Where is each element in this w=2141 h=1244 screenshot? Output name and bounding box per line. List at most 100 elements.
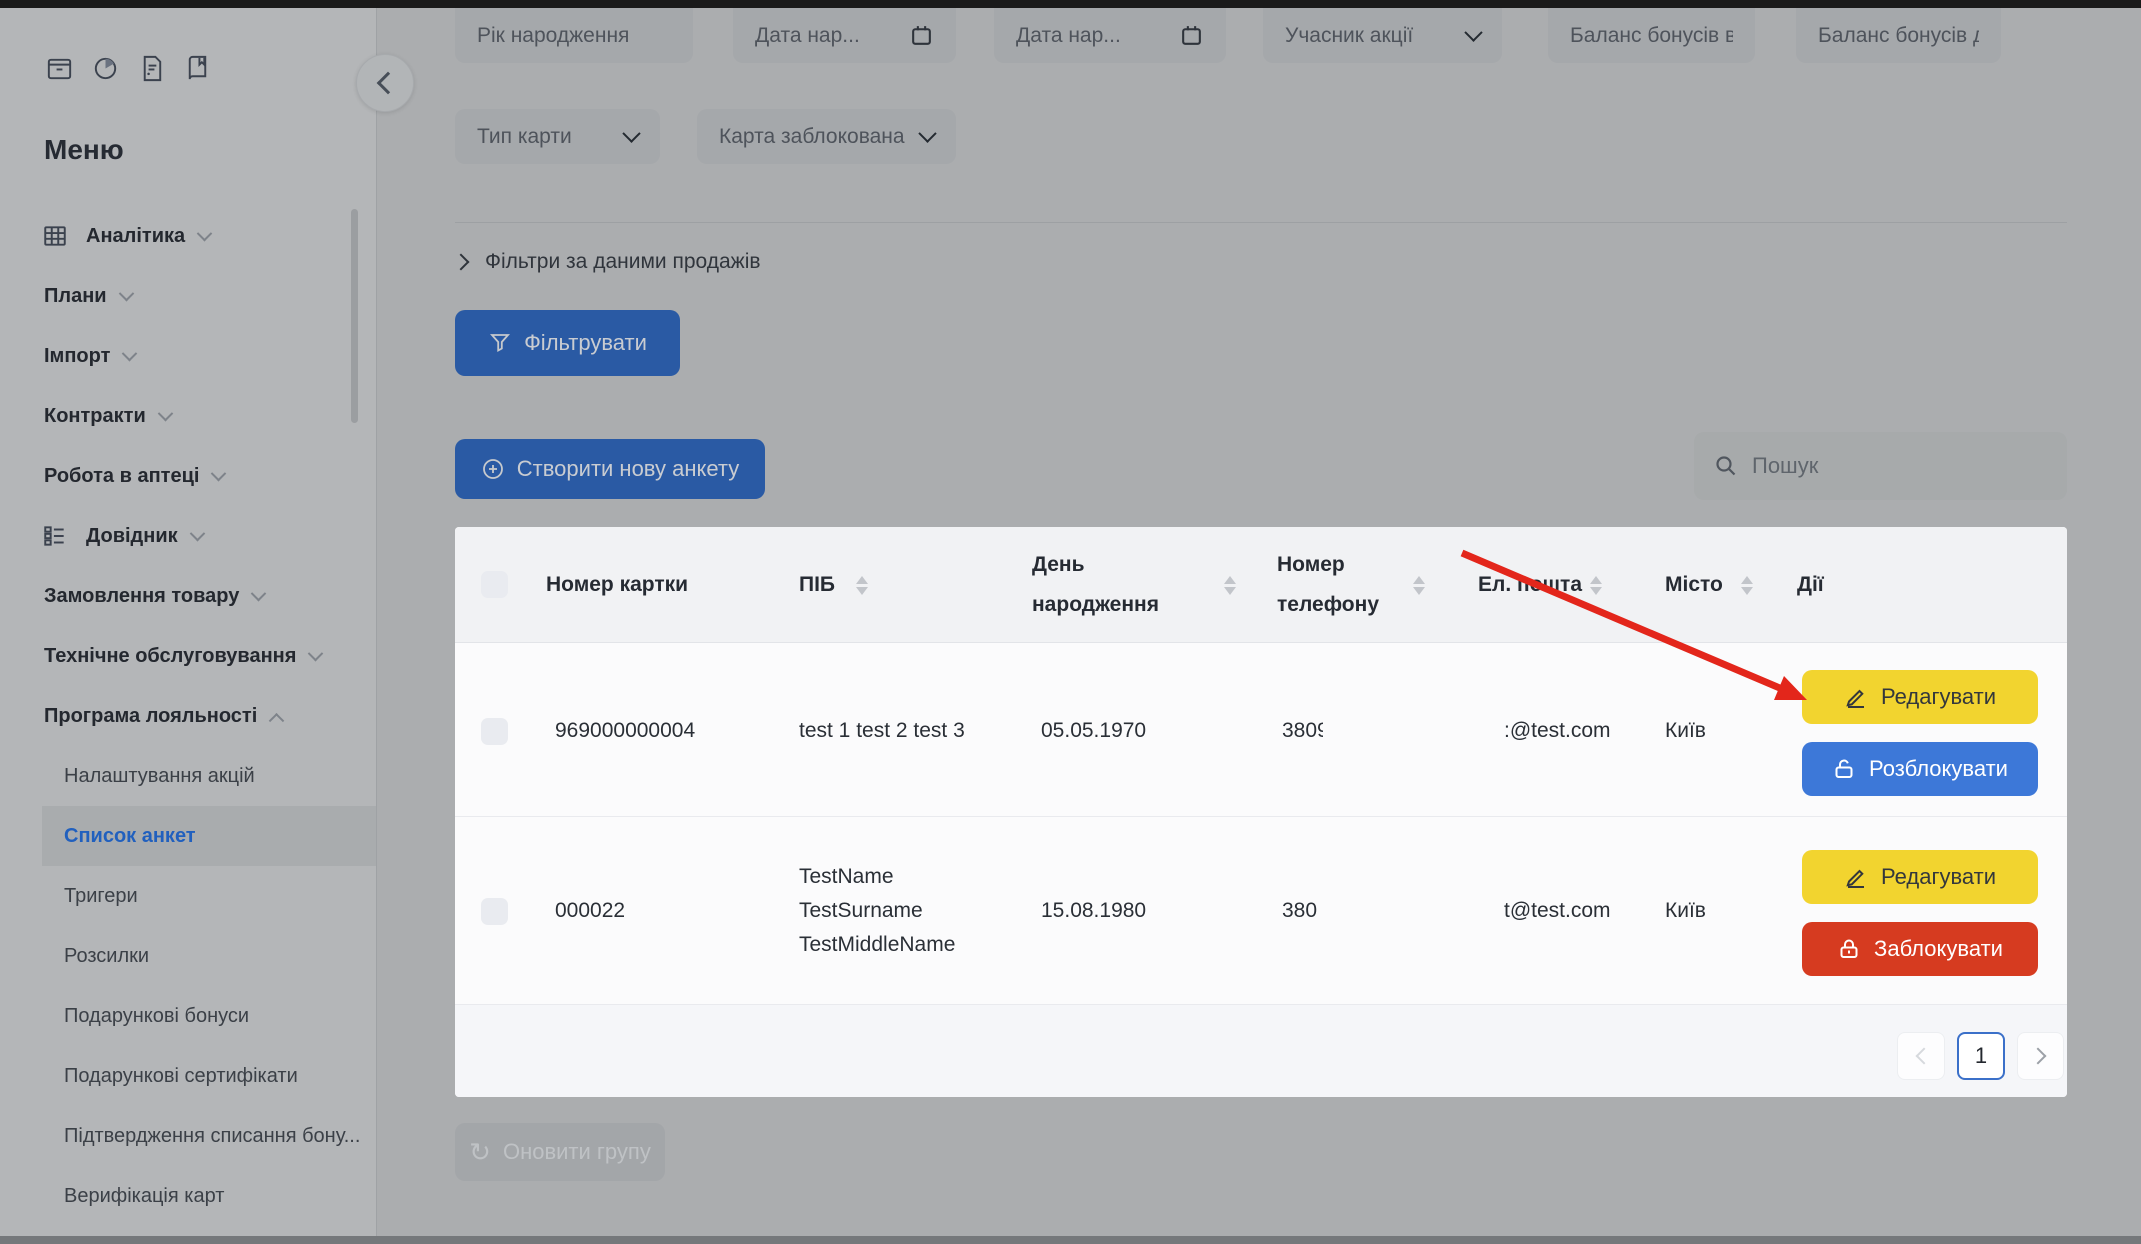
refresh-icon: ↻ (469, 1139, 491, 1165)
filter-card-type[interactable]: Тип карти (455, 109, 660, 164)
sidebar-item-contracts[interactable]: Контракти (0, 386, 376, 446)
sidebar-menu: Аналітика Плани Імпорт Контракти Робота … (0, 206, 376, 746)
chevron-down-icon (211, 465, 227, 481)
chevron-down-icon (251, 585, 267, 601)
chevron-down-icon (1464, 23, 1482, 41)
page-1-button[interactable]: 1 (1957, 1032, 2005, 1080)
create-questionnaire-button[interactable]: Створити нову анкету (455, 439, 765, 499)
chevron-down-icon (622, 124, 640, 142)
sidebar: Меню Аналітика Плани Імпорт Контракти Ро… (0, 8, 377, 1236)
document-icon[interactable] (136, 53, 167, 89)
filter-year-of-birth[interactable]: Рік народження (455, 8, 693, 63)
questionnaire-table: Номер картки ПІБ День народження Номер т… (455, 527, 2067, 1097)
sort-icon[interactable] (1224, 576, 1236, 595)
chevron-up-icon (269, 712, 285, 728)
sidebar-item-loyalty-program[interactable]: Програма лояльності (0, 686, 376, 746)
filter-date-of-birth-to[interactable]: Дата нар... (994, 8, 1226, 63)
table-header (455, 527, 2067, 643)
row-checkbox[interactable] (481, 898, 508, 925)
filter-promo-participant[interactable]: Учасник акції (1263, 8, 1502, 63)
update-group-button[interactable]: ↻ Оновити групу (455, 1123, 665, 1181)
cell-phone: 3809 (1282, 717, 1323, 745)
chevron-down-icon (189, 525, 205, 541)
sidebar-item-directory[interactable]: Довідник (0, 506, 376, 566)
column-header-actions: Дії (1797, 571, 1824, 599)
sidebar-item-import[interactable]: Імпорт (0, 326, 376, 386)
filter-button[interactable]: Фільтрувати (455, 310, 680, 376)
cell-card-number: 969000000004 (555, 717, 695, 745)
prev-page-button[interactable] (1897, 1032, 1945, 1080)
sort-icon[interactable] (1590, 576, 1602, 595)
edit-button[interactable]: Редагувати (1802, 670, 2038, 724)
cell-card-number: 000022 (555, 897, 625, 925)
cell-email: :@test.com (1504, 717, 1611, 745)
sidebar-item-maintenance[interactable]: Технічне обслуговування (0, 626, 376, 686)
lock-open-icon (1832, 757, 1856, 781)
lock-closed-icon (1837, 937, 1861, 961)
sidebar-item-analytics[interactable]: Аналітика (0, 206, 376, 266)
search-input[interactable]: Пошук (1694, 432, 2067, 500)
calendar-icon (1179, 23, 1204, 48)
filter-balance-to[interactable]: Баланс бонусів до (1796, 8, 2001, 63)
sidebar-item-goods-order[interactable]: Замовлення товару (0, 566, 376, 626)
chevron-down-icon (197, 225, 213, 241)
submenu-item-bonus-writeoff-confirm[interactable]: Підтвердження списання бону... (0, 1106, 376, 1166)
submenu-item-triggers[interactable]: Тригери (0, 866, 376, 926)
book-icon[interactable] (182, 53, 213, 89)
sidebar-item-plans[interactable]: Плани (0, 266, 376, 326)
row-divider (455, 816, 2067, 817)
pencil-icon (1844, 865, 1868, 889)
submenu-item-card-verification[interactable]: Верифікація карт (0, 1166, 376, 1226)
cell-name: test 1 test 2 test 3 (799, 717, 965, 745)
sort-icon[interactable] (856, 576, 868, 595)
submenu-item-promo-settings[interactable]: Налаштування акцій (0, 746, 376, 806)
column-header-phone[interactable]: Номер телефону (1277, 545, 1392, 625)
submenu-item-questionnaire-list[interactable]: Список анкет (42, 806, 377, 866)
chevron-down-icon (918, 124, 936, 142)
submenu-item-gift-bonuses[interactable]: Подарункові бонуси (0, 986, 376, 1046)
sidebar-item-pharmacy-work[interactable]: Робота в аптеці (0, 446, 376, 506)
cell-city: Київ (1665, 897, 1706, 925)
chevron-right-icon (2030, 1048, 2047, 1065)
column-header-city[interactable]: Місто (1665, 571, 1723, 599)
divider (455, 222, 2067, 223)
cell-birthday: 05.05.1970 (1041, 717, 1146, 745)
calendar-icon (909, 23, 934, 48)
column-header-birthday[interactable]: День народження (1032, 545, 1172, 625)
pencil-icon (1844, 685, 1868, 709)
submenu-item-mailings[interactable]: Розсилки (0, 926, 376, 986)
filter-balance-from[interactable]: Баланс бонусів від (1548, 8, 1755, 63)
pie-chart-icon[interactable] (90, 53, 121, 89)
block-button[interactable]: Заблокувати (1802, 922, 2038, 976)
sort-icon[interactable] (1413, 576, 1425, 595)
archive-icon[interactable] (44, 53, 75, 89)
loyalty-submenu: Налаштування акцій Список анкет Тригери … (0, 746, 376, 1226)
cell-name: TestName TestSurname TestMiddleName (799, 860, 955, 962)
sidebar-scrollbar[interactable] (351, 209, 358, 423)
column-header-name[interactable]: ПІБ (799, 571, 835, 599)
edit-button[interactable]: Редагувати (1802, 850, 2038, 904)
grid-icon (42, 223, 68, 249)
list-icon (42, 523, 68, 549)
chevron-left-icon (1915, 1048, 1932, 1065)
column-header-email[interactable]: Ел. пошта (1478, 571, 1582, 599)
table-footer (455, 1005, 2067, 1097)
cell-email: t@test.com (1504, 897, 1611, 925)
chevron-down-icon (122, 345, 138, 361)
window-bottom-strip (0, 1236, 2141, 1244)
sales-filters-toggle[interactable]: Фільтри за даними продажів (455, 250, 761, 274)
cell-phone: 380 (1282, 897, 1317, 925)
row-checkbox[interactable] (481, 718, 508, 745)
next-page-button[interactable] (2017, 1032, 2064, 1080)
sidebar-collapse-button[interactable] (356, 54, 414, 112)
cell-city: Київ (1665, 717, 1706, 745)
select-all-checkbox[interactable] (481, 571, 508, 598)
sort-icon[interactable] (1741, 576, 1753, 595)
chevron-left-icon (377, 72, 400, 95)
unblock-button[interactable]: Розблокувати (1802, 742, 2038, 796)
filter-date-of-birth-from[interactable]: Дата нар... (733, 8, 956, 63)
filter-card-blocked[interactable]: Карта заблокована (697, 109, 956, 164)
sidebar-title: Меню (44, 134, 124, 166)
submenu-item-gift-certificates[interactable]: Подарункові сертифікати (0, 1046, 376, 1106)
window-top-strip (0, 0, 2141, 8)
